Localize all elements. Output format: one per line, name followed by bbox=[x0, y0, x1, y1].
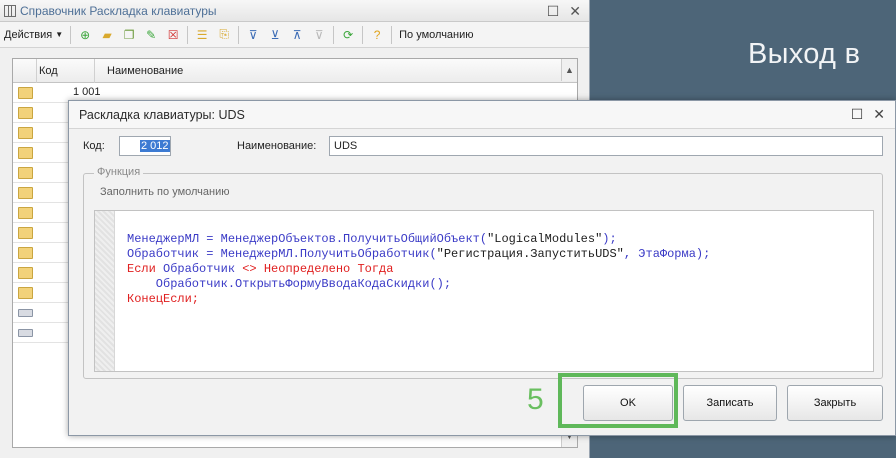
code-line-3: Если Обработчик <> Неопределено Тогда bbox=[127, 262, 394, 276]
folder-icon bbox=[18, 107, 33, 119]
filter-icon[interactable]: ⊽ bbox=[243, 25, 263, 45]
table-row[interactable] bbox=[13, 323, 69, 343]
code-label: Код: bbox=[83, 140, 105, 152]
folder-icon bbox=[18, 187, 33, 199]
name-label: Наименование: bbox=[237, 140, 317, 152]
chevron-down-icon: ▼ bbox=[55, 30, 64, 39]
table-row[interactable] bbox=[13, 103, 69, 123]
catalog-icon bbox=[4, 4, 16, 17]
keyboard-layout-dialog: Раскладка клавиатуры: UDS ☐ ✕ Код: 2 012… bbox=[68, 100, 896, 436]
table-row[interactable] bbox=[13, 143, 69, 163]
table-row[interactable]: 1 001 bbox=[13, 83, 101, 103]
element-icon bbox=[18, 309, 33, 317]
table-row[interactable] bbox=[13, 283, 69, 303]
function-group-title: Функция bbox=[94, 166, 144, 178]
toolbar-divider bbox=[362, 25, 364, 44]
save-button[interactable]: Записать bbox=[683, 385, 777, 421]
table-row[interactable] bbox=[13, 183, 69, 203]
table-row[interactable] bbox=[13, 243, 69, 263]
slide-title: Выход в bbox=[748, 38, 861, 70]
toolbar-divider bbox=[187, 25, 189, 44]
folder-icon bbox=[18, 127, 33, 139]
grid-header: Код Наименование ≡ bbox=[13, 58, 577, 83]
code-line-2: Обработчик = МенеджерМЛ.ПолучитьОбработч… bbox=[127, 247, 711, 261]
grid-icon-column bbox=[13, 58, 37, 83]
folder-icon bbox=[18, 167, 33, 179]
move-folder-icon[interactable]: ⎘ bbox=[214, 25, 234, 45]
folder-icon bbox=[18, 267, 33, 279]
filter-list-icon[interactable]: ⊼ bbox=[287, 25, 307, 45]
table-row[interactable] bbox=[13, 203, 69, 223]
folder-icon bbox=[18, 207, 33, 219]
close-button[interactable]: Закрыть bbox=[787, 385, 883, 421]
catalog-titlebar: Справочник Раскладка клавиатуры ☐ ✕ bbox=[0, 0, 589, 22]
step-number: 5 bbox=[527, 383, 544, 416]
name-field[interactable]: UDS bbox=[329, 136, 883, 156]
default-button[interactable]: По умолчанию bbox=[395, 29, 477, 41]
toolbar-divider bbox=[391, 25, 393, 44]
code-text: МенеджерМЛ = МенеджерОбъектов.ПолучитьОб… bbox=[127, 217, 710, 337]
element-icon bbox=[18, 329, 33, 337]
add-icon[interactable]: ⊕ bbox=[75, 25, 95, 45]
close-icon[interactable]: ✕ bbox=[569, 3, 581, 20]
function-group: Функция Заполнить по умолчанию МенеджерМ… bbox=[83, 166, 883, 379]
actions-label: Действия bbox=[4, 28, 53, 41]
toolbar-divider bbox=[70, 25, 72, 44]
ok-highlight-box bbox=[558, 373, 678, 428]
catalog-toolbar: Действия ▼ ⊕ ▰ ❐ ✎ ☒ ☰ ⎘ ⊽ ⊻ ⊼ ⊽ ⟳ ? По … bbox=[0, 22, 589, 48]
table-row[interactable] bbox=[13, 123, 69, 143]
copy-icon[interactable]: ❐ bbox=[119, 25, 139, 45]
refresh-icon[interactable]: ⟳ bbox=[338, 25, 358, 45]
folder-icon bbox=[18, 287, 33, 299]
close-icon[interactable]: ✕ bbox=[873, 106, 885, 123]
code-editor[interactable]: МенеджерМЛ = МенеджерОбъектов.ПолучитьОб… bbox=[94, 210, 874, 372]
column-code[interactable]: Код bbox=[37, 58, 95, 83]
edit-icon[interactable]: ✎ bbox=[141, 25, 161, 45]
toolbar-divider bbox=[333, 25, 335, 44]
row-code: 1 001 bbox=[73, 86, 101, 98]
toolbar-divider bbox=[238, 25, 240, 44]
code-line-4: Обработчик.ОткрытьФормуВводаКодаСкидки()… bbox=[127, 277, 452, 291]
table-row[interactable] bbox=[13, 163, 69, 183]
folder-icon bbox=[18, 87, 33, 99]
scroll-up-icon[interactable]: ▲ bbox=[561, 59, 577, 81]
code-line-1: МенеджерМЛ = МенеджерОбъектов.ПолучитьОб… bbox=[127, 232, 617, 246]
table-row[interactable] bbox=[13, 223, 69, 243]
code-field[interactable]: 2 012 bbox=[119, 136, 171, 156]
dialog-title: Раскладка клавиатуры: UDS bbox=[69, 101, 895, 129]
code-value: 2 012 bbox=[140, 140, 170, 152]
folder-icon bbox=[18, 227, 33, 239]
column-name[interactable]: Наименование bbox=[95, 59, 561, 83]
catalog-title: Справочник Раскладка клавиатуры bbox=[20, 3, 217, 18]
delete-icon[interactable]: ☒ bbox=[163, 25, 183, 45]
maximize-icon[interactable]: ☐ bbox=[851, 106, 864, 123]
table-row[interactable] bbox=[13, 303, 69, 323]
hierarchy-icon[interactable]: ☰ bbox=[192, 25, 212, 45]
folder-icon bbox=[18, 247, 33, 259]
filter-value-icon[interactable]: ⊻ bbox=[265, 25, 285, 45]
code-line-5: КонецЕсли; bbox=[127, 292, 200, 306]
table-row[interactable] bbox=[13, 263, 69, 283]
code-gutter bbox=[95, 211, 115, 371]
help-icon[interactable]: ? bbox=[367, 25, 387, 45]
maximize-icon[interactable]: ☐ bbox=[547, 3, 560, 20]
actions-menu[interactable]: Действия ▼ bbox=[4, 29, 67, 41]
fill-default-link[interactable]: Заполнить по умолчанию bbox=[100, 186, 230, 198]
add-folder-icon[interactable]: ▰ bbox=[97, 25, 117, 45]
clear-filter-icon[interactable]: ⊽ bbox=[309, 25, 329, 45]
folder-icon bbox=[18, 147, 33, 159]
